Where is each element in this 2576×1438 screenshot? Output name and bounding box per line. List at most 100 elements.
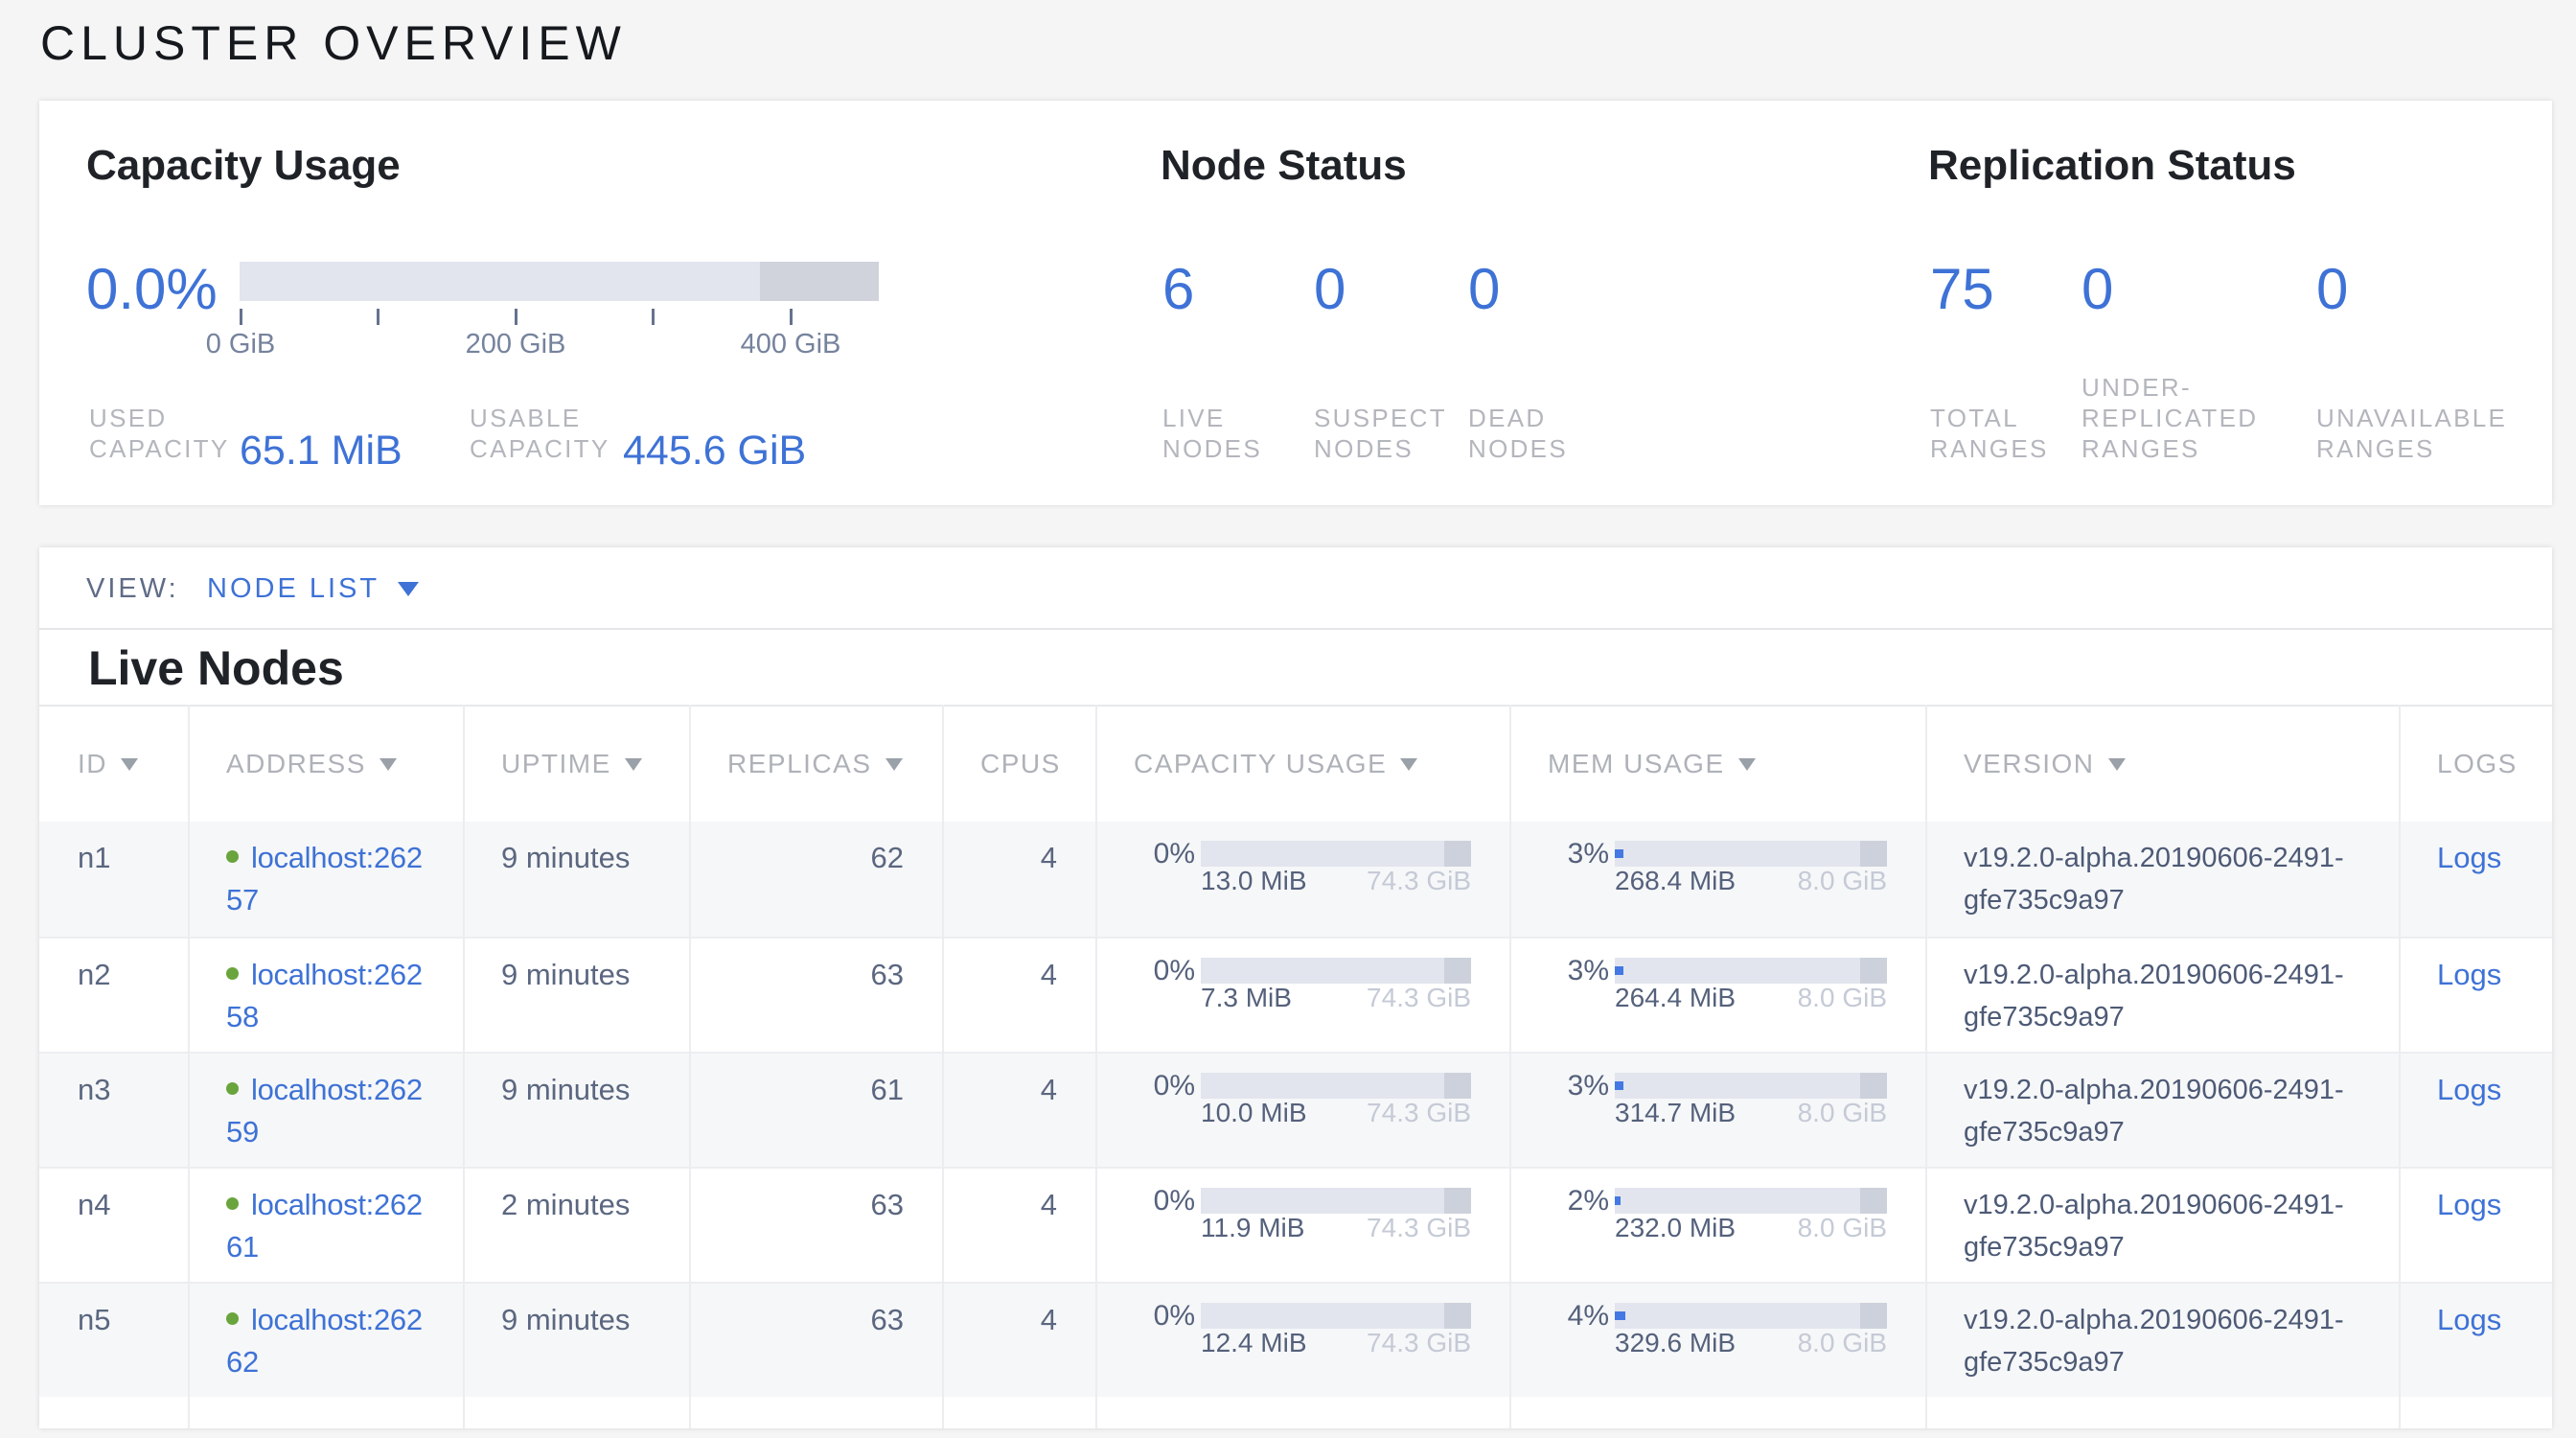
used-capacity-label: USED CAPACITY — [89, 403, 252, 464]
capacity-usage-cell: 0%11.9 MiB74.3 GiB — [1095, 1169, 1509, 1282]
capacity-usage-bar-track — [1201, 1188, 1471, 1214]
node-live-status-icon — [226, 1312, 239, 1325]
node-address-link[interactable]: localhost:26258 — [226, 958, 423, 1033]
axis-tick-label: 400 GiB — [714, 331, 867, 359]
view-label: VIEW: — [86, 575, 179, 603]
mem-usage-bar-fill — [1615, 966, 1623, 975]
node-address-link[interactable]: localhost:26262 — [226, 1303, 423, 1379]
node-cpus-cell: 4 — [942, 1169, 1095, 1282]
node-logs-cell: Logs — [2399, 1054, 2552, 1167]
cluster-summary-card: Capacity Usage 0.0% 0 GiB 200 GiB 400 Gi… — [39, 101, 2552, 505]
column-header-address[interactable]: ADDRESS — [188, 707, 463, 822]
mem-usage-bar-row: 2% — [1548, 1188, 1887, 1214]
column-header-label: VERSION — [1964, 749, 2095, 779]
node-logs-link[interactable]: Logs — [2437, 1188, 2501, 1221]
mem-used-value: 264.4 MiB — [1615, 985, 1736, 1011]
column-divider — [689, 705, 691, 1428]
capacity-usage-bar-reserved-segment — [1444, 1303, 1471, 1329]
mem-usage-percent: 3% — [1548, 950, 1609, 992]
mem-usage-bar-row: 4% — [1548, 1303, 1887, 1329]
sort-desc-icon — [625, 758, 642, 771]
chevron-down-icon[interactable] — [398, 582, 419, 596]
column-header-label: CAPACITY USAGE — [1134, 749, 1387, 779]
capacity-total-value: 74.3 GiB — [1367, 1100, 1471, 1126]
replication-stat-value-1: 0 — [2082, 261, 2113, 318]
node-cpus-cell: 4 — [942, 1284, 1095, 1397]
column-header-capacity-usage[interactable]: CAPACITY USAGE — [1095, 707, 1509, 822]
node-row-n3: n3localhost:262599 minutes6140%10.0 MiB7… — [39, 1052, 2552, 1167]
mem-total-value: 8.0 GiB — [1798, 1215, 1887, 1241]
node-status-stat-label-0: LIVENODES — [1162, 403, 1262, 464]
axis-tick — [652, 309, 655, 325]
node-logs-link[interactable]: Logs — [2437, 958, 2501, 991]
capacity-usage-bar-row: 0% — [1134, 958, 1471, 984]
column-header-version[interactable]: VERSION — [1925, 707, 2399, 822]
capacity-usage-values-row: 12.4 MiB74.3 GiB — [1201, 1330, 1471, 1357]
sort-desc-icon — [886, 758, 903, 771]
capacity-used-value: 11.9 MiB — [1201, 1215, 1304, 1241]
node-id-cell: n2 — [39, 939, 188, 1052]
view-dropdown[interactable]: NODE LIST — [207, 575, 380, 603]
capacity-usage-percent: 0% — [1134, 1065, 1195, 1107]
node-address-cell: localhost:26258 — [188, 939, 463, 1052]
column-divider — [463, 705, 465, 1428]
mem-usage-cell: 2%232.0 MiB8.0 GiB — [1509, 1169, 1925, 1282]
axis-tick-label: 200 GiB — [439, 331, 592, 359]
node-logs-link[interactable]: Logs — [2437, 1303, 2501, 1336]
node-address-link[interactable]: localhost:26259 — [226, 1073, 423, 1148]
node-row-n4: n4localhost:262612 minutes6340%11.9 MiB7… — [39, 1167, 2552, 1282]
node-version-cell: v19.2.0-alpha.20190606-2491-gfe735c9a97 — [1925, 1169, 2399, 1282]
capacity-usage-bar: 0 GiB 200 GiB 400 GiB — [240, 262, 879, 301]
column-header-mem-usage[interactable]: MEM USAGE — [1509, 707, 1925, 822]
mem-usage-values-row: 314.7 MiB8.0 GiB — [1615, 1100, 1887, 1126]
mem-usage-values-row: 329.6 MiB8.0 GiB — [1615, 1330, 1887, 1357]
node-version-cell: v19.2.0-alpha.20190606-2491-gfe735c9a97 — [1925, 822, 2399, 937]
mem-total-value: 8.0 GiB — [1798, 868, 1887, 894]
node-address-cell: localhost:26257 — [188, 822, 463, 937]
node-replicas-cell: 63 — [689, 939, 942, 1052]
capacity-used-value: 10.0 MiB — [1201, 1100, 1307, 1126]
mem-usage-bar-track — [1615, 1188, 1887, 1214]
capacity-usage-bar-row: 0% — [1134, 1188, 1471, 1214]
mem-usage-bar-track — [1615, 841, 1887, 867]
node-address-link[interactable]: localhost:26261 — [226, 1188, 423, 1264]
column-header-cpus: CPUS — [942, 707, 1095, 822]
mem-usage-bar-fill — [1615, 1196, 1621, 1205]
node-version-cell: v19.2.0-alpha.20190606-2491-gfe735c9a97 — [1925, 939, 2399, 1052]
node-logs-link[interactable]: Logs — [2437, 841, 2501, 874]
node-address-link[interactable]: localhost:26257 — [226, 841, 423, 916]
node-logs-cell: Logs — [2399, 939, 2552, 1052]
view-selector-row: VIEW: NODE LIST — [39, 547, 2552, 628]
capacity-bar-track — [240, 262, 879, 301]
column-divider — [1095, 705, 1097, 1428]
column-header-uptime[interactable]: UPTIME — [463, 707, 689, 822]
capacity-usage-bar-track — [1201, 958, 1471, 984]
node-logs-link[interactable]: Logs — [2437, 1073, 2501, 1106]
mem-usage-values-row: 268.4 MiB8.0 GiB — [1615, 868, 1887, 894]
column-header-label: ADDRESS — [226, 749, 366, 779]
divider — [39, 628, 2552, 630]
sort-desc-icon — [121, 758, 138, 771]
node-status-stat-label-2: DEADNODES — [1468, 403, 1568, 464]
mem-usage-bar-row: 3% — [1548, 841, 1887, 867]
column-header-label: UPTIME — [501, 749, 611, 779]
capacity-usage-percent: 0% — [1134, 950, 1195, 992]
replication-stat-label-0: TOTALRANGES — [1930, 403, 2049, 464]
capacity-usage-bar-track — [1201, 1303, 1471, 1329]
mem-usage-bar-track — [1615, 1073, 1887, 1099]
capacity-usage-cell: 0%10.0 MiB 74.3 GiB — [1095, 1054, 1509, 1167]
node-version-cell: v19.2.0-alpha.20190606-2491-gfe735c9a97 — [1925, 1284, 2399, 1397]
mem-usage-cell: 3%314.7 MiB8.0 GiB — [1509, 1054, 1925, 1167]
capacity-usage-bar-row: 0% — [1134, 841, 1471, 867]
capacity-usage-values-row: 11.9 MiB74.3 GiB — [1201, 1215, 1471, 1241]
mem-usage-bar-track — [1615, 1303, 1887, 1329]
column-header-replicas[interactable]: REPLICAS — [689, 707, 942, 822]
capacity-usage-bar-row: 0% — [1134, 1303, 1471, 1329]
column-divider — [188, 705, 190, 1428]
live-nodes-table: ID ADDRESS UPTIME REPLICASCPUS CAPACITY USAG… — [39, 705, 2552, 1428]
node-uptime-cell: 9 minutes — [463, 1054, 689, 1167]
column-header-id[interactable]: ID — [39, 707, 188, 822]
column-divider — [1509, 705, 1511, 1428]
capacity-usage-bar-track — [1201, 1073, 1471, 1099]
table-bottom-filler — [39, 1397, 2552, 1428]
